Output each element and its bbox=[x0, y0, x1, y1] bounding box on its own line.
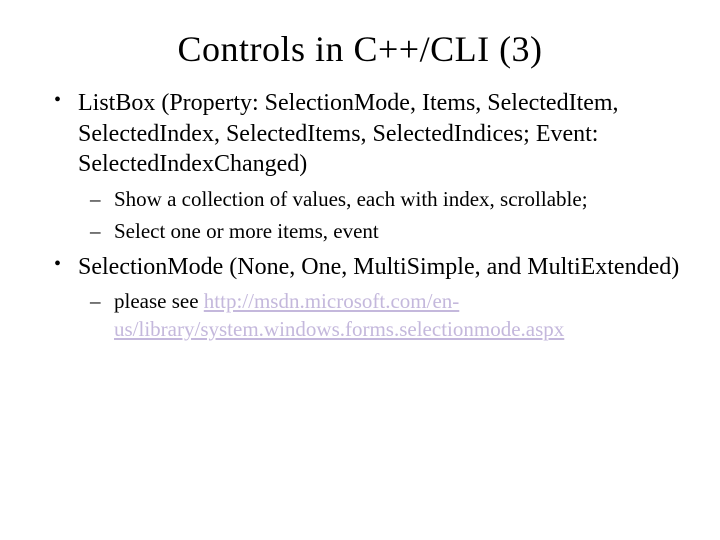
bullet-text: ListBox (Property: SelectionMode, Items,… bbox=[78, 90, 619, 177]
sub-list: Show a collection of values, each with i… bbox=[78, 186, 680, 246]
list-item: Select one or more items, event bbox=[78, 218, 680, 245]
slide-title: Controls in C++/CLI (3) bbox=[40, 28, 680, 70]
list-item: please see http://msdn.microsoft.com/en-… bbox=[78, 288, 680, 343]
sub-bullet-text: Select one or more items, event bbox=[114, 219, 379, 243]
bullet-list: ListBox (Property: SelectionMode, Items,… bbox=[40, 88, 680, 343]
list-item: ListBox (Property: SelectionMode, Items,… bbox=[40, 88, 680, 246]
sub-bullet-text: Show a collection of values, each with i… bbox=[114, 187, 588, 211]
sub-list: please see http://msdn.microsoft.com/en-… bbox=[78, 288, 680, 343]
list-item: Show a collection of values, each with i… bbox=[78, 186, 680, 213]
list-item: SelectionMode (None, One, MultiSimple, a… bbox=[40, 252, 680, 343]
bullet-text: SelectionMode (None, One, MultiSimple, a… bbox=[78, 254, 679, 280]
sub-bullet-prefix: please see bbox=[114, 289, 204, 313]
